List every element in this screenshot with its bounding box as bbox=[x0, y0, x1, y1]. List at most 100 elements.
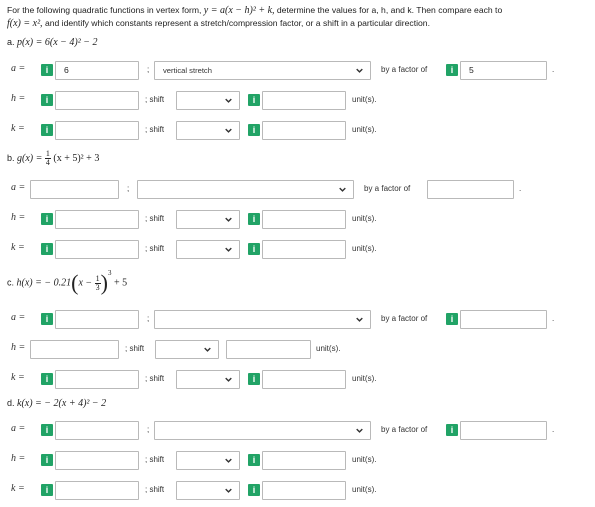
part-a-k-input[interactable] bbox=[55, 121, 139, 140]
part-c-k-units-input[interactable] bbox=[262, 370, 346, 389]
info-icon[interactable]: i bbox=[248, 484, 260, 496]
part-b-h-direction-select[interactable] bbox=[176, 210, 240, 229]
parent-function-equation: f(x) = x², bbox=[7, 18, 43, 29]
part-d-k-direction-select[interactable] bbox=[176, 481, 240, 500]
instructions-text-2: determine the values for a, h, and k. Th… bbox=[276, 5, 503, 15]
info-icon[interactable]: i bbox=[446, 313, 458, 325]
part-d-a-type-select[interactable] bbox=[154, 421, 371, 440]
part-b-h-input[interactable] bbox=[55, 210, 139, 229]
k-equals-label: k = bbox=[11, 123, 25, 134]
info-icon[interactable]: i bbox=[446, 64, 458, 76]
part-c-a-type-select[interactable] bbox=[154, 310, 371, 329]
k-equals-label: k = bbox=[11, 483, 25, 494]
part-a-factor-value: 5 bbox=[469, 65, 474, 75]
part-b-a-type-select[interactable] bbox=[137, 180, 354, 199]
units-label: unit(s). bbox=[316, 344, 341, 353]
shift-label: ; shift bbox=[145, 244, 165, 253]
units-label: unit(s). bbox=[352, 95, 377, 104]
a-equals-label: a = bbox=[11, 182, 26, 193]
chevron-down-icon bbox=[225, 98, 232, 103]
part-d-k-units-input[interactable] bbox=[262, 481, 346, 500]
part-b-function: b. g(x) = 14 (x + 5)² + 3 bbox=[7, 149, 100, 167]
part-a-function: a. p(x) = 6(x − 4)² − 2 bbox=[7, 37, 98, 48]
info-icon[interactable]: i bbox=[41, 454, 53, 466]
part-b-h-units-input[interactable] bbox=[262, 210, 346, 229]
part-b-factor-input[interactable] bbox=[427, 180, 514, 199]
part-d-function: d. k(x) = − 2(x + 4)² − 2 bbox=[7, 398, 107, 409]
semicolon: ; bbox=[147, 314, 150, 323]
info-icon[interactable]: i bbox=[248, 213, 260, 225]
units-label: unit(s). bbox=[352, 455, 377, 464]
part-a-a-type-select[interactable]: vertical stretch bbox=[154, 61, 371, 80]
info-icon[interactable]: i bbox=[248, 124, 260, 136]
units-label: unit(s). bbox=[352, 374, 377, 383]
semicolon: ; bbox=[147, 425, 150, 434]
part-b-k-direction-select[interactable] bbox=[176, 240, 240, 259]
part-a-h-direction-select[interactable] bbox=[176, 91, 240, 110]
units-label: unit(s). bbox=[352, 244, 377, 253]
shift-label: ; shift bbox=[145, 95, 165, 104]
vertex-form-equation: y = a(x − h)² + k, bbox=[203, 5, 275, 16]
part-b-k-input[interactable] bbox=[55, 240, 139, 259]
info-icon[interactable]: i bbox=[41, 484, 53, 496]
instructions-line-1: For the following quadratic functions in… bbox=[7, 4, 502, 17]
part-a-factor-input[interactable]: 5 bbox=[460, 61, 547, 80]
part-c-h-units-input[interactable] bbox=[226, 340, 311, 359]
shift-label: ; shift bbox=[145, 214, 165, 223]
part-a-a-input[interactable]: 6 bbox=[55, 61, 139, 80]
part-a-h-units-input[interactable] bbox=[262, 91, 346, 110]
chevron-down-icon bbox=[225, 217, 232, 222]
info-icon[interactable]: i bbox=[248, 243, 260, 255]
part-d-factor-input[interactable] bbox=[460, 421, 547, 440]
part-d-h-direction-select[interactable] bbox=[176, 451, 240, 470]
shift-label: ; shift bbox=[125, 344, 145, 353]
info-icon[interactable]: i bbox=[41, 313, 53, 325]
period: . bbox=[552, 314, 555, 323]
info-icon[interactable]: i bbox=[248, 454, 260, 466]
part-b-a-input[interactable] bbox=[30, 180, 119, 199]
chevron-down-icon bbox=[339, 187, 346, 192]
part-c-k-direction-select[interactable] bbox=[176, 370, 240, 389]
info-icon[interactable]: i bbox=[41, 373, 53, 385]
part-c-a-input[interactable] bbox=[55, 310, 139, 329]
part-a-a-value: 6 bbox=[64, 65, 69, 75]
info-icon[interactable]: i bbox=[446, 424, 458, 436]
info-icon[interactable]: i bbox=[41, 424, 53, 436]
by-factor-label: by a factor of bbox=[364, 184, 411, 193]
info-icon[interactable]: i bbox=[248, 94, 260, 106]
k-equals-label: k = bbox=[11, 242, 25, 253]
part-a-h-input[interactable] bbox=[55, 91, 139, 110]
by-factor-label: by a factor of bbox=[381, 314, 428, 323]
units-label: unit(s). bbox=[352, 125, 377, 134]
part-a-k-units-input[interactable] bbox=[262, 121, 346, 140]
part-b-k-units-input[interactable] bbox=[262, 240, 346, 259]
part-c-h-input[interactable] bbox=[30, 340, 119, 359]
info-icon[interactable]: i bbox=[41, 124, 53, 136]
info-icon[interactable]: i bbox=[41, 213, 53, 225]
part-c-k-input[interactable] bbox=[55, 370, 139, 389]
chevron-down-icon bbox=[225, 128, 232, 133]
info-icon[interactable]: i bbox=[41, 94, 53, 106]
shift-label: ; shift bbox=[145, 374, 165, 383]
chevron-down-icon bbox=[225, 377, 232, 382]
period: . bbox=[519, 184, 522, 193]
part-a-k-direction-select[interactable] bbox=[176, 121, 240, 140]
part-d-h-input[interactable] bbox=[55, 451, 139, 470]
h-equals-label: h = bbox=[11, 342, 26, 353]
part-c-factor-input[interactable] bbox=[460, 310, 547, 329]
info-icon[interactable]: i bbox=[41, 64, 53, 76]
chevron-down-icon bbox=[356, 428, 363, 433]
part-d-h-units-input[interactable] bbox=[262, 451, 346, 470]
semicolon: ; bbox=[127, 184, 130, 193]
fraction: 14 bbox=[44, 149, 51, 167]
chevron-down-icon bbox=[204, 347, 211, 352]
part-c-h-direction-select[interactable] bbox=[155, 340, 219, 359]
instructions-line-2: f(x) = x², and identify which constants … bbox=[7, 17, 430, 30]
a-equals-label: a = bbox=[11, 63, 26, 74]
info-icon[interactable]: i bbox=[41, 243, 53, 255]
part-d-a-input[interactable] bbox=[55, 421, 139, 440]
part-d-k-input[interactable] bbox=[55, 481, 139, 500]
h-equals-label: h = bbox=[11, 93, 26, 104]
info-icon[interactable]: i bbox=[248, 373, 260, 385]
shift-label: ; shift bbox=[145, 485, 165, 494]
